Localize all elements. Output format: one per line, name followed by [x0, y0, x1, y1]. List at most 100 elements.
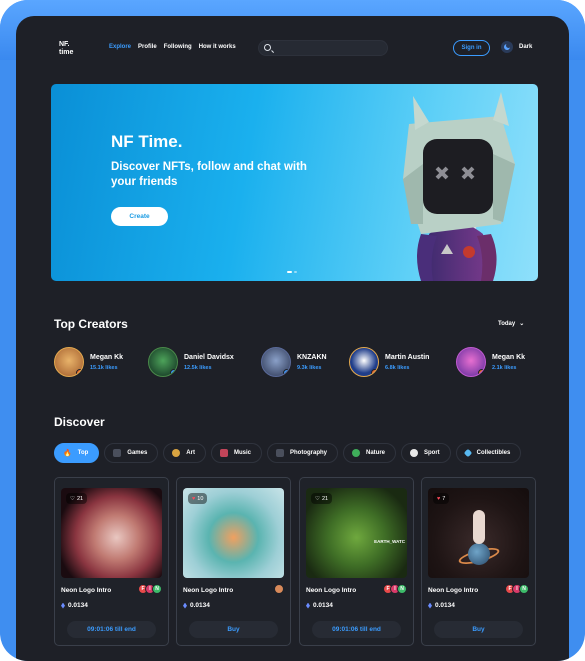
create-button[interactable]: Create	[111, 207, 168, 226]
chip-photography[interactable]: Photography	[266, 443, 338, 463]
heart-outline-icon: ♡	[315, 495, 320, 502]
nav-profile[interactable]: Profile	[138, 44, 157, 50]
chip-label: Sport	[424, 450, 440, 456]
card-title: Neon Logo Intro	[428, 587, 479, 594]
nft-card[interactable]: ♡ 21 Neon Logo Intro FIN 0.0134 09:01:06 …	[54, 477, 169, 646]
device-frame: NF. time Explore Profile Following How i…	[0, 0, 585, 661]
likes-badge[interactable]: ♡ 21	[66, 493, 88, 504]
chip-label: Top	[77, 450, 89, 456]
avatar	[456, 347, 486, 377]
diamond-badge-icon	[170, 369, 177, 376]
card-price: 0.0134	[306, 602, 333, 609]
top-creators-title: Top Creators	[54, 317, 128, 331]
chip-label: Nature	[365, 450, 385, 456]
chip-art[interactable]: Art	[163, 443, 206, 463]
palette-icon	[172, 449, 181, 457]
chip-collectibles[interactable]: Collectibles	[455, 443, 522, 463]
nft-card[interactable]: ♥ 7 Neon Logo Intro FIN 0.0134 Buy	[421, 477, 536, 646]
category-chips: 🔥 Top Games Art Music Photography Nature …	[54, 443, 522, 463]
buy-button[interactable]: Buy	[434, 621, 523, 638]
chip-games[interactable]: Games	[104, 443, 159, 463]
planet	[468, 543, 490, 565]
creator-name: Megan Kk	[492, 353, 526, 361]
countdown-button[interactable]: 09:01:06 till end	[312, 621, 401, 638]
nft-image: ♥ 10	[183, 488, 284, 578]
nav-explore[interactable]: Explore	[109, 44, 131, 50]
robot-illustration	[403, 92, 515, 281]
chip-label: Games	[127, 450, 148, 456]
creator-likes: 15.1k likes	[90, 364, 118, 371]
fire-icon: 🔥	[63, 450, 72, 457]
nft-card[interactable]: ♡ 21 EARTH_WATC Neon Logo Intro FIN 0.013…	[299, 477, 414, 646]
likes-count: 21	[76, 495, 84, 502]
chip-label: Collectibles	[476, 450, 511, 456]
creator-likes: 2.1k likes	[492, 364, 517, 371]
creator-likes: 12.5k likes	[184, 364, 212, 371]
card-price: 0.0134	[183, 602, 210, 609]
nav-how-it-works[interactable]: How it works	[199, 44, 236, 50]
likes-count: 21	[321, 495, 329, 502]
header: NF. time Explore Profile Following How i…	[16, 16, 569, 80]
search-input[interactable]	[277, 43, 382, 54]
card-title: Neon Logo Intro	[61, 587, 112, 594]
chip-top[interactable]: 🔥 Top	[54, 443, 100, 463]
guitar-icon	[219, 449, 228, 457]
image-caption: EARTH_WATC	[374, 539, 405, 544]
card-title: Neon Logo Intro	[306, 587, 357, 594]
avatar	[261, 347, 291, 377]
chip-label: Art	[186, 450, 195, 456]
heart-outline-icon: ♡	[70, 495, 75, 502]
ethereum-icon	[428, 602, 432, 609]
flame-badge-icon	[371, 369, 378, 376]
likes-count: 10	[197, 495, 204, 502]
logo[interactable]: NF. time	[59, 41, 73, 57]
creator-item[interactable]: Martin Austin 6.8k likes	[349, 347, 429, 377]
chip-label: Music	[233, 450, 251, 456]
creator-item[interactable]: KNZAKN 9.3k likes	[261, 347, 327, 377]
creator-item[interactable]: Megan Kk 15.1k likes	[54, 347, 123, 377]
buy-button[interactable]: Buy	[189, 621, 278, 638]
ethereum-icon	[183, 602, 187, 609]
avatar	[54, 347, 84, 377]
discover-title: Discover	[54, 415, 105, 429]
owner-avatars: FIN	[505, 584, 529, 594]
avatar	[349, 347, 379, 377]
owner-avatars: FIN	[138, 584, 162, 594]
chip-sport[interactable]: Sport	[401, 443, 451, 463]
period-dropdown[interactable]: Today ⌄	[498, 320, 525, 328]
card-title: Neon Logo Intro	[183, 587, 234, 594]
chip-nature[interactable]: Nature	[342, 443, 396, 463]
ethereum-icon	[61, 602, 65, 609]
search-box[interactable]	[258, 40, 388, 56]
likes-badge[interactable]: ♥ 7	[433, 493, 450, 504]
heart-filled-icon: ♥	[437, 495, 441, 502]
likes-badge[interactable]: ♥ 10	[188, 493, 208, 504]
soccer-ball-icon	[410, 449, 418, 457]
ethereum-icon	[306, 602, 310, 609]
chevron-down-icon: ⌄	[519, 321, 525, 327]
search-icon	[264, 44, 271, 51]
avatar	[148, 347, 178, 377]
creator-item[interactable]: Megan Kk 2.1k likes	[456, 347, 525, 377]
owner-avatars: FIN	[383, 584, 407, 594]
sign-in-button[interactable]: Sign in	[453, 40, 490, 56]
likes-badge[interactable]: ♡ 21	[311, 493, 333, 504]
nav-following[interactable]: Following	[164, 44, 192, 50]
chip-music[interactable]: Music	[210, 443, 262, 463]
theme-toggle[interactable]: Dark	[501, 41, 532, 53]
countdown-button[interactable]: 09:01:06 till end	[67, 621, 156, 638]
owner-avatars	[274, 584, 284, 594]
nft-card[interactable]: ♥ 10 Neon Logo Intro 0.0134 Buy	[176, 477, 291, 646]
app-screen: NF. time Explore Profile Following How i…	[16, 16, 569, 661]
card-price: 0.0134	[428, 602, 455, 609]
creator-name: Daniel Davidsx	[184, 353, 234, 361]
diamond-icon	[463, 448, 472, 458]
nft-image: ♥ 7	[428, 488, 529, 578]
clover-icon	[351, 449, 360, 457]
heart-filled-icon: ♥	[192, 495, 196, 502]
creator-item[interactable]: Daniel Davidsx 12.5k likes	[148, 347, 234, 377]
flame-badge-icon	[478, 369, 485, 376]
creator-name: Megan Kk	[90, 353, 124, 361]
moon-icon	[501, 41, 513, 53]
carousel-dots[interactable]	[287, 271, 297, 273]
